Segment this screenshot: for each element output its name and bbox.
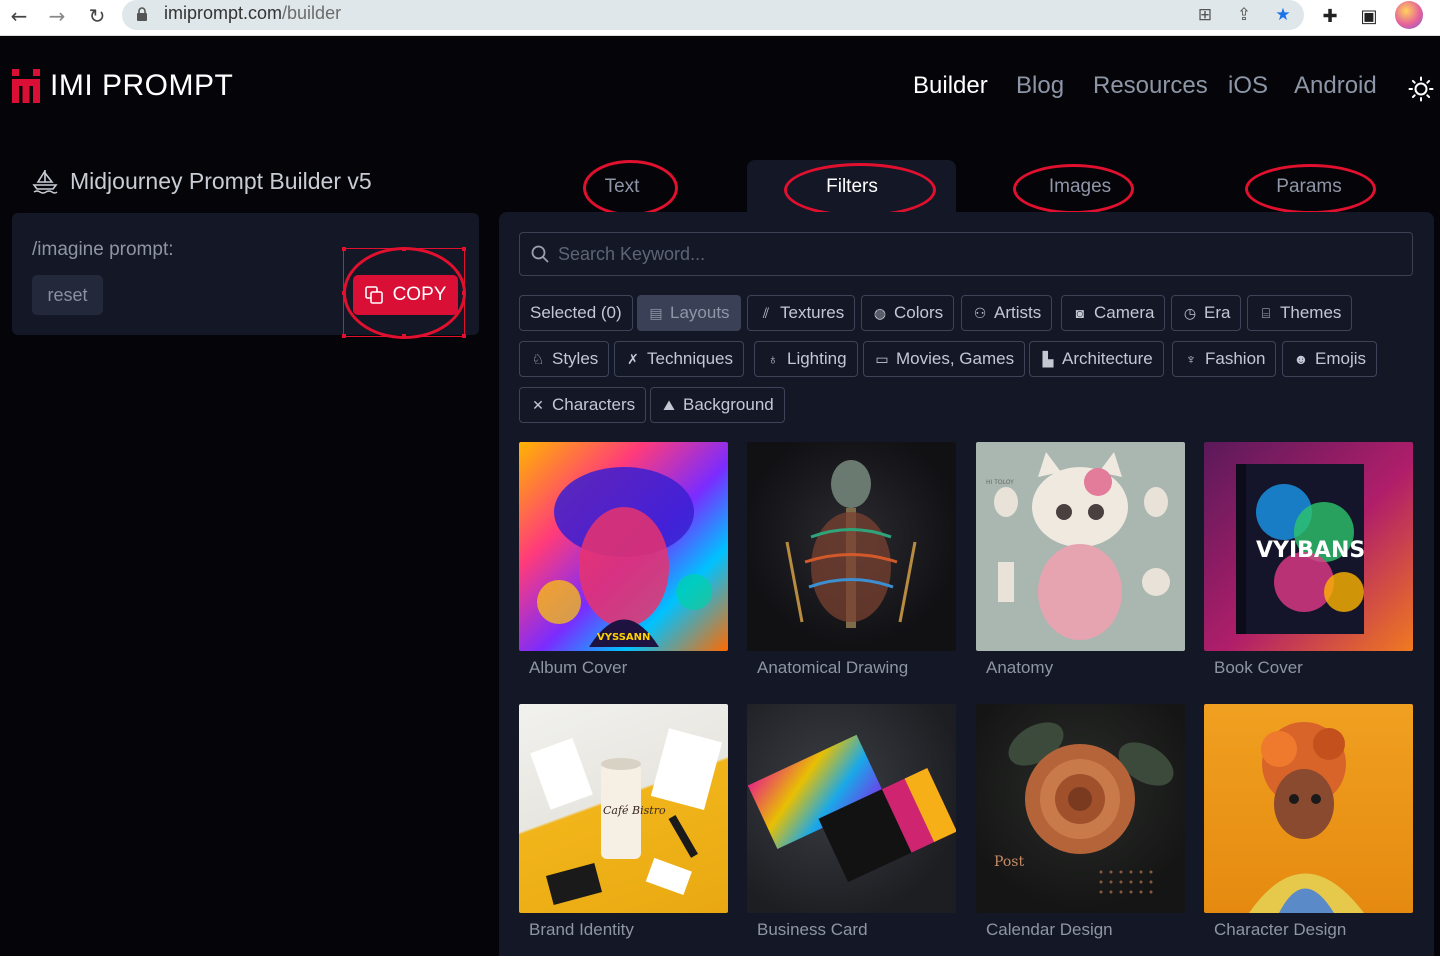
character-icon: ✕	[532, 396, 544, 413]
ship-icon	[32, 170, 58, 194]
card-caption: Character Design	[1214, 920, 1347, 939]
filter-techniques[interactable]: ✗ Techniques	[614, 341, 745, 377]
nav-android[interactable]: Android	[1294, 72, 1377, 108]
album-cover-image: VYSSANN	[519, 442, 728, 651]
shirt-icon: ♆	[1185, 351, 1197, 367]
card-caption: Book Cover	[1214, 658, 1303, 677]
anatomy-text: HI TOLOY	[986, 479, 1014, 486]
forward-arrow-icon[interactable]: →	[42, 3, 72, 29]
layout-icon: ▤	[649, 304, 663, 321]
calendar-text: Post	[994, 854, 1024, 870]
lock-icon	[137, 7, 147, 21]
filter-colors[interactable]: ◍ Colors	[861, 295, 955, 331]
address-bar[interactable]: imiprompt.com/builder ⊞ ⇪ ★	[122, 0, 1304, 30]
card-caption: Calendar Design	[986, 920, 1113, 939]
brand-identity-image: Café Bistro	[519, 704, 728, 913]
tab-params-annotation-circle	[1245, 164, 1376, 214]
theme-toggle-sun-icon[interactable]	[1408, 76, 1434, 102]
filter-selected[interactable]: Selected (0)	[519, 295, 633, 331]
card-calendar-design[interactable]: Post Calendar Design	[976, 704, 1185, 940]
builder-title: Midjourney Prompt Builder v5	[32, 166, 372, 196]
reset-button[interactable]: reset	[32, 275, 103, 315]
smiley-icon: ☻	[1293, 351, 1309, 367]
browser-toolbar: ← → ↻ imiprompt.com/builder ⊞ ⇪ ★ ✚ ▣	[0, 0, 1440, 36]
tab-filters-annotation-circle	[784, 163, 936, 217]
filter-artists[interactable]: ⚇ Artists	[961, 295, 1053, 331]
tab-text-annotation-circle	[583, 160, 678, 216]
copy-annotation-circle	[343, 247, 466, 339]
side-panel-icon[interactable]: ▣	[1355, 3, 1383, 31]
filter-textures[interactable]: ⫽ Textures	[747, 295, 856, 331]
film-icon: ▭	[875, 350, 889, 367]
filter-architecture[interactable]: ▙ Architecture	[1029, 341, 1164, 377]
palette-icon: ◍	[873, 304, 887, 321]
card-caption: Anatomy	[986, 658, 1054, 677]
themes-icon: ⌸	[1261, 304, 1271, 321]
nav-ios[interactable]: iOS	[1228, 72, 1268, 108]
site-logo[interactable]: IMI PROMPT	[12, 68, 233, 104]
styles-icon: ♘	[531, 350, 545, 367]
nav-blog[interactable]: Blog	[1016, 72, 1064, 108]
search-box[interactable]	[519, 232, 1413, 276]
filters-panel: Selected (0) ▤Layouts ⫽Textures ◍Colors …	[499, 212, 1434, 956]
translate-icon[interactable]: ⊞	[1193, 3, 1217, 27]
card-anatomical-drawing[interactable]: Anatomical Drawing	[747, 442, 956, 678]
filter-themes[interactable]: ⌸ Themes	[1247, 295, 1353, 331]
filter-movies-games[interactable]: ▭ Movies, Games	[863, 341, 1026, 377]
building-icon: ▙	[1042, 350, 1054, 367]
prompt-label: /imagine prompt:	[32, 239, 174, 260]
album-cover-text: VYSSANN	[597, 632, 650, 643]
anatomical-drawing-image	[747, 442, 956, 651]
book-cover-image: VYIBANS	[1204, 442, 1413, 651]
card-brand-identity[interactable]: Café Bistro Brand Identity	[519, 704, 728, 940]
filter-layouts[interactable]: ▤ Layouts	[637, 295, 741, 331]
builder-title-text: Midjourney Prompt Builder v5	[70, 167, 372, 194]
profile-avatar[interactable]	[1395, 1, 1423, 29]
nav-builder[interactable]: Builder	[913, 72, 988, 108]
texture-icon: ⫽	[762, 304, 770, 321]
filter-camera[interactable]: ◙ Camera	[1061, 295, 1166, 331]
extensions-puzzle-icon[interactable]: ✚	[1316, 3, 1344, 31]
character-design-image	[1204, 704, 1413, 913]
brand-identity-text: Café Bistro	[603, 804, 666, 817]
people-icon: ⚇	[973, 304, 987, 321]
clock-icon: ◷	[1183, 304, 1197, 321]
url-text[interactable]: imiprompt.com/builder	[164, 3, 341, 24]
camera-icon: ◙	[1075, 305, 1085, 321]
share-icon[interactable]: ⇪	[1232, 3, 1256, 27]
card-album-cover[interactable]: VYSSANN Album Cover	[519, 442, 728, 678]
card-book-cover[interactable]: VYIBANS Book Cover	[1204, 442, 1413, 678]
search-input[interactable]	[558, 239, 1398, 269]
bulb-icon: ♁	[767, 351, 779, 367]
card-caption: Anatomical Drawing	[757, 658, 909, 677]
card-caption: Album Cover	[529, 658, 628, 677]
back-arrow-icon[interactable]: ←	[4, 3, 34, 29]
landscape-icon: ⛰	[663, 396, 675, 413]
nav-resources[interactable]: Resources	[1093, 72, 1208, 108]
book-cover-text: VYIBANS	[1256, 538, 1365, 563]
business-card-image	[747, 704, 956, 913]
reload-icon[interactable]: ↻	[82, 3, 112, 29]
card-anatomy[interactable]: HI TOLOY Anatomy	[976, 442, 1185, 678]
logo-mark-icon	[12, 69, 40, 103]
site-name: IMI PROMPT	[50, 69, 234, 102]
card-character-design[interactable]: Character Design	[1204, 704, 1413, 940]
filter-lighting[interactable]: ♁ Lighting	[754, 341, 858, 377]
bookmark-star-icon[interactable]: ★	[1271, 3, 1295, 27]
card-business-card[interactable]: Business Card	[747, 704, 956, 940]
card-caption: Business Card	[757, 920, 868, 939]
tools-icon: ✗	[627, 350, 639, 367]
calendar-design-image: Post	[976, 704, 1185, 913]
card-caption: Brand Identity	[529, 920, 634, 939]
filter-era[interactable]: ◷ Era	[1171, 295, 1242, 331]
anatomy-image: HI TOLOY	[976, 442, 1185, 651]
filter-background[interactable]: ⛰ Background	[650, 387, 785, 423]
filter-styles[interactable]: ♘ Styles	[519, 341, 610, 377]
tab-images-annotation-circle	[1013, 164, 1134, 214]
filter-emojis[interactable]: ☻ Emojis	[1282, 341, 1378, 377]
search-icon	[531, 245, 549, 263]
filter-fashion[interactable]: ♆ Fashion	[1172, 341, 1277, 377]
filter-characters[interactable]: ✕ Characters	[519, 387, 647, 423]
